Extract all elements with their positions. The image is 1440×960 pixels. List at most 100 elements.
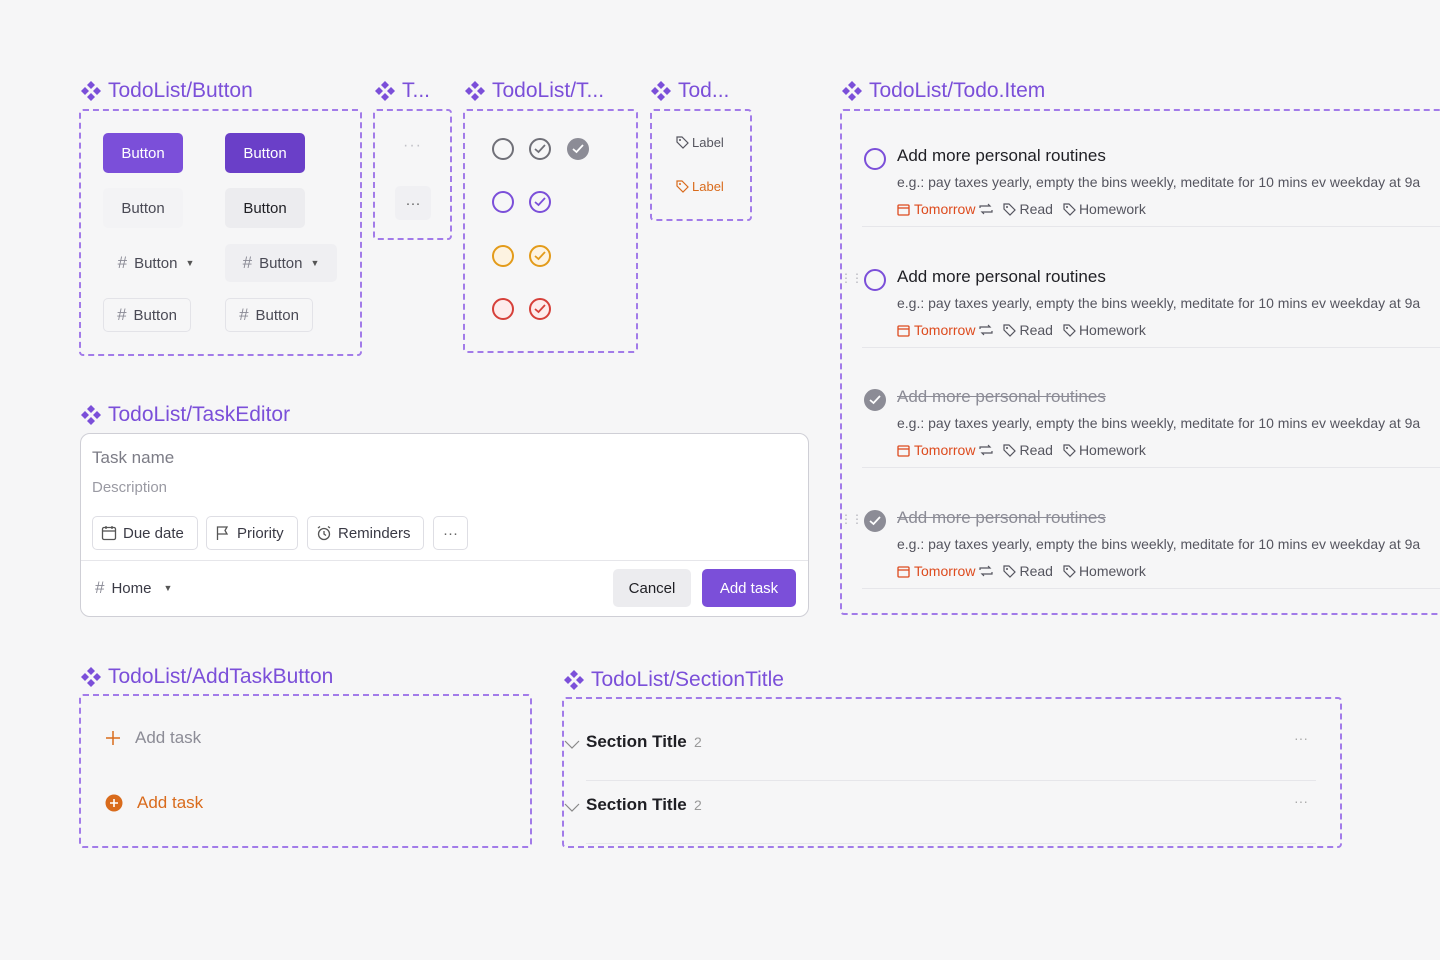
label-tag[interactable]: Read: [1003, 442, 1053, 458]
checkbox-default-hover[interactable]: [529, 138, 551, 160]
component-title-button: TodoList/Button: [80, 79, 253, 103]
task-editor: Task name Description Due date Priority …: [80, 433, 809, 617]
todo-meta: Tomorrow Read Homework: [897, 201, 1146, 217]
priority-button[interactable]: Priority: [206, 516, 298, 550]
button-label: Button: [133, 306, 177, 324]
add-task-label: Add task: [719, 579, 779, 597]
more-options-button[interactable]: ···: [433, 516, 468, 550]
more-icon[interactable]: ···: [403, 137, 422, 155]
more-icon[interactable]: ···: [1294, 793, 1308, 809]
more-button-hover[interactable]: ···: [395, 186, 431, 220]
checkbox-default[interactable]: [492, 138, 514, 160]
label-text: Homework: [1078, 201, 1146, 217]
section-title-row[interactable]: Section Title 2 ···: [564, 718, 1324, 781]
label-tag[interactable]: Homework: [1063, 442, 1146, 458]
component-title-t1: T...: [374, 79, 430, 103]
label-tag[interactable]: Homework: [1063, 563, 1146, 579]
label-tag[interactable]: Homework: [1063, 322, 1146, 338]
drag-handle-icon[interactable]: ⋮⋮: [840, 271, 863, 285]
component-title-t2: TodoList/T...: [464, 79, 604, 103]
more-icon: ···: [405, 194, 421, 212]
cancel-button[interactable]: Cancel: [613, 569, 691, 607]
due-date[interactable]: Tomorrow: [897, 563, 994, 579]
label-tag[interactable]: Read: [1003, 322, 1053, 338]
button-label: Button: [255, 306, 299, 324]
check-icon: [572, 144, 584, 154]
button-label: Button: [243, 144, 287, 162]
due-date-label: Tomorrow: [914, 563, 976, 579]
check-icon: [534, 304, 546, 314]
tag-icon: [1003, 443, 1017, 457]
todo-checkbox[interactable]: [864, 510, 886, 532]
label-tag[interactable]: Label: [676, 135, 724, 150]
primary-button-hover[interactable]: Button: [225, 133, 305, 173]
project-selector[interactable]: # Home ▼: [95, 578, 172, 598]
more-icon[interactable]: ···: [1294, 730, 1308, 746]
project-outline-button-hover[interactable]: # Button: [225, 298, 313, 332]
calendar-icon: [897, 444, 910, 457]
due-date-button[interactable]: Due date: [92, 516, 198, 550]
label-tag-active[interactable]: Label: [676, 179, 724, 194]
hash-icon: #: [117, 253, 128, 272]
project-dropdown-button-hover[interactable]: # Button ▼: [225, 244, 337, 282]
due-date[interactable]: Tomorrow: [897, 442, 994, 458]
add-task-row[interactable]: Add task: [105, 728, 201, 748]
checkbox-priority-high-hover[interactable]: [529, 298, 551, 320]
label-tag[interactable]: Read: [1003, 201, 1053, 217]
button-variants-frame: Button Button Button Button # Button ▼ # Bu…: [79, 109, 362, 356]
reminders-button[interactable]: Reminders: [307, 516, 424, 550]
add-task-row-hover[interactable]: Add task: [105, 793, 203, 813]
section-title-row[interactable]: Section Title 2 ···: [564, 781, 1324, 844]
description-input[interactable]: Description: [92, 479, 167, 496]
tag-icon: [1063, 443, 1076, 457]
task-name-input[interactable]: Task name: [92, 448, 174, 468]
secondary-button[interactable]: Button: [103, 188, 183, 228]
tag-icon: [1063, 564, 1076, 578]
primary-button[interactable]: Button: [103, 133, 183, 173]
caret-down-icon: ▼: [185, 258, 195, 268]
todo-meta: Tomorrow Read Homework: [897, 442, 1146, 458]
component-title-text: TodoList/Todo.Item: [869, 79, 1046, 102]
component-icon: [465, 81, 485, 101]
checkbox-priority-low-hover[interactable]: [529, 191, 551, 213]
component-icon: [651, 81, 671, 101]
todo-title: Add more personal routines: [897, 146, 1106, 165]
checkbox-priority-low[interactable]: [492, 191, 514, 213]
checkbox-default-checked[interactable]: [567, 138, 589, 160]
button-label: Button: [121, 144, 165, 162]
todo-title: Add more personal routines: [897, 508, 1106, 527]
section-title: Section Title: [586, 795, 687, 814]
todo-checkbox[interactable]: [864, 148, 886, 170]
secondary-button-hover[interactable]: Button: [225, 188, 305, 228]
label-text: Homework: [1078, 442, 1146, 458]
checkbox-priority-medium-hover[interactable]: [529, 245, 551, 267]
calendar-icon: [897, 324, 910, 337]
due-date[interactable]: Tomorrow: [897, 322, 994, 338]
project-dropdown-button[interactable]: # Button ▼: [103, 244, 209, 282]
checkbox-priority-medium[interactable]: [492, 245, 514, 267]
cancel-label: Cancel: [628, 579, 676, 597]
project-outline-button[interactable]: # Button: [103, 298, 191, 332]
chevron-down-icon[interactable]: [564, 803, 580, 813]
due-date[interactable]: Tomorrow: [897, 201, 994, 217]
label-tag[interactable]: Homework: [1063, 201, 1146, 217]
todo-divider: [862, 588, 1440, 589]
label-text: Homework: [1078, 322, 1146, 338]
checkbox-variants-frame: [463, 109, 638, 353]
button-label: Button: [259, 254, 303, 272]
drag-handle-icon[interactable]: ⋮⋮: [840, 512, 863, 526]
label-text: Label: [692, 135, 724, 150]
todo-checkbox[interactable]: [864, 269, 886, 291]
component-title-text: TodoList/AddTaskButton: [108, 665, 334, 688]
todo-checkbox[interactable]: [864, 389, 886, 411]
component-icon: [81, 667, 101, 687]
check-icon: [534, 144, 546, 154]
label-tag[interactable]: Read: [1003, 563, 1053, 579]
add-task-button[interactable]: Add task: [702, 569, 796, 607]
add-task-button-frame: Add task Add task: [79, 694, 532, 848]
chevron-down-icon[interactable]: [564, 740, 580, 750]
due-date-label: Tomorrow: [914, 201, 976, 217]
tag-icon: [1063, 202, 1076, 216]
checkbox-priority-high[interactable]: [492, 298, 514, 320]
repeat-icon: [979, 565, 994, 577]
